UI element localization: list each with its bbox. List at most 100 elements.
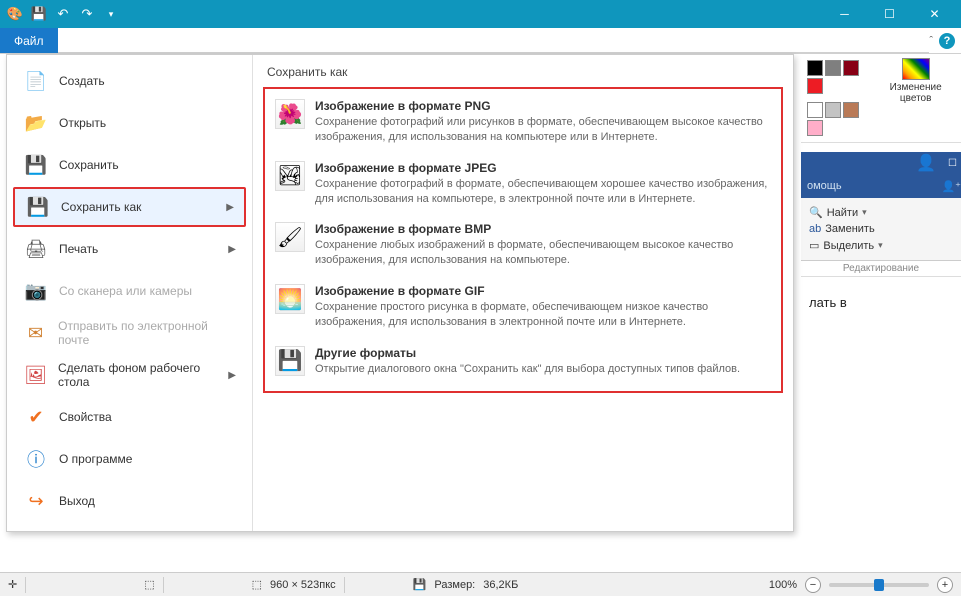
menu-item-2[interactable]: 💾Сохранить	[13, 145, 246, 185]
close-button[interactable]: ✕	[912, 0, 957, 28]
format-icon: 🏞	[275, 161, 305, 191]
file-size-label: Размер:	[434, 579, 475, 591]
format-description: Сохранение фотографий или рисунков в фор…	[315, 115, 771, 145]
format-description: Открытие диалогового окна "Сохранить как…	[315, 362, 740, 377]
word-replace-button[interactable]: abЗаменить	[809, 221, 953, 237]
menu-item-icon: ⓘ	[23, 446, 49, 472]
menu-item-label: Свойства	[59, 410, 112, 424]
title-bar: 🎨 💾 ↶ ↷ ▾ ─ ☐ ✕	[0, 0, 961, 28]
undo-icon[interactable]: ↶	[52, 3, 74, 25]
select-icon: ▭	[809, 239, 819, 252]
word-select-button[interactable]: ▭Выделить ▾	[809, 237, 953, 254]
zoom-out-button[interactable]: −	[805, 577, 821, 593]
cursor-position-icon: ✛	[8, 578, 17, 591]
menu-item-label: О программе	[59, 452, 132, 466]
minimize-button[interactable]: ─	[822, 0, 867, 28]
word-window-background: 👤 ☐ омощь 👤⁺ 🔍Найти ▾ abЗаменить ▭Выдели…	[801, 152, 961, 397]
color-swatch[interactable]	[807, 120, 823, 136]
menu-item-3[interactable]: 💾 Сохранить как ▶	[13, 187, 246, 227]
edit-colors-label: Изменение цветов	[876, 82, 955, 104]
color-swatch[interactable]	[807, 60, 823, 76]
qat-dropdown-icon[interactable]: ▾	[100, 3, 122, 25]
submenu-item-3[interactable]: 🌅Изображение в формате GIFСохранение про…	[269, 278, 777, 340]
format-title: Изображение в формате JPEG	[315, 161, 771, 175]
redo-icon[interactable]: ↷	[76, 3, 98, 25]
menu-item-4[interactable]: 🖨Печать▶	[13, 229, 246, 269]
word-share-icon[interactable]: 👤	[916, 153, 936, 173]
menu-item-5: 📷Со сканера или камеры	[13, 271, 246, 311]
submenu-item-2[interactable]: 🖌 Изображение в формате BMP Сохранение люб…	[269, 216, 777, 278]
word-editing-group: 🔍Найти ▾ abЗаменить ▭Выделить ▾	[801, 198, 961, 261]
format-icon: 🖌	[275, 222, 305, 252]
canvas-dimensions: 960 × 523пкс	[270, 579, 336, 591]
color-swatch[interactable]	[843, 102, 859, 118]
help-icon[interactable]: ?	[939, 33, 955, 49]
status-bar: ✛ ⬚ ⬚ 960 × 523пкс 💾 Размер: 36,2КБ 100%…	[0, 572, 961, 596]
word-tabs: омощь 👤⁺	[801, 174, 961, 198]
format-description: Сохранение любых изображений в формате, …	[315, 238, 771, 268]
menu-item-0[interactable]: 📄Создать	[13, 61, 246, 101]
edit-colors-button[interactable]: Изменение цветов	[870, 54, 961, 108]
paint-app-icon[interactable]: 🎨	[4, 3, 26, 25]
word-min-icon[interactable]: ☐	[948, 158, 957, 169]
menu-item-label: Открыть	[59, 116, 106, 130]
menu-item-6: ✉Отправить по электронной почте	[13, 313, 246, 353]
menu-item-8[interactable]: ✔ Свойства	[13, 397, 246, 437]
menu-item-9[interactable]: ⓘ О программе	[13, 439, 246, 479]
menu-item-label: Печать	[59, 242, 98, 256]
format-title: Изображение в формате PNG	[315, 99, 771, 113]
format-title: Другие форматы	[315, 346, 740, 360]
submenu-item-1[interactable]: 🏞 Изображение в формате JPEG Сохранение фо…	[269, 155, 777, 217]
quick-access-toolbar: 🎨 💾 ↶ ↷ ▾	[4, 3, 122, 25]
colors-ribbon-group: Изменение цветов	[801, 54, 961, 143]
collapse-ribbon-icon[interactable]: ˆ	[929, 35, 933, 47]
zoom-slider[interactable]	[829, 583, 929, 587]
replace-icon: ab	[809, 223, 821, 235]
menu-item-icon: ✉	[23, 320, 48, 346]
menu-item-icon: 🖨	[23, 236, 49, 262]
menu-item-icon: 📂	[23, 110, 49, 136]
menu-item-label: Сделать фоном рабочего стола	[58, 361, 228, 389]
selection-icon: ⬚	[34, 578, 154, 591]
maximize-button[interactable]: ☐	[867, 0, 912, 28]
zoom-thumb[interactable]	[874, 579, 884, 591]
submenu-header: Сохранить как	[263, 63, 783, 87]
menu-item-icon: 💾	[25, 194, 51, 220]
file-menu-list: 📄Создать📂Открыть💾Сохранить💾Сохранить как…	[7, 55, 253, 531]
word-titlebar: 👤 ☐	[801, 152, 961, 174]
menu-item-icon: 📄	[23, 68, 49, 94]
color-swatch[interactable]	[825, 102, 841, 118]
submenu-item-0[interactable]: 🌺Изображение в формате PNGСохранение фот…	[269, 93, 777, 155]
file-size-icon: 💾	[353, 578, 427, 591]
color-swatch[interactable]	[825, 60, 841, 76]
menu-item-label: Выход	[59, 494, 95, 508]
color-swatch[interactable]	[807, 78, 823, 94]
find-icon: 🔍	[809, 206, 823, 219]
submenu-highlighted-box: 🌺Изображение в формате PNGСохранение фот…	[263, 87, 783, 393]
word-document-area: лать в	[801, 277, 961, 397]
color-swatch[interactable]	[843, 60, 859, 76]
submenu-item-4[interactable]: 💾Другие форматыОткрытие диалогового окна…	[269, 340, 777, 387]
submenu-arrow-icon: ▶	[228, 370, 236, 381]
submenu-arrow-icon: ▶	[226, 202, 234, 213]
zoom-level: 100%	[769, 579, 797, 591]
word-tab-help[interactable]: омощь	[807, 180, 842, 192]
file-tab[interactable]: Файл	[0, 28, 58, 53]
menu-item-icon: ✔	[23, 404, 49, 430]
menu-item-1[interactable]: 📂 Открыть	[13, 103, 246, 143]
word-group-label: Редактирование	[801, 261, 961, 277]
word-account-icon[interactable]: 👤⁺	[941, 180, 961, 193]
canvas-size-icon: ⬚	[172, 578, 262, 591]
word-find-button[interactable]: 🔍Найти ▾	[809, 204, 953, 221]
menu-item-10[interactable]: ↪Выход	[13, 481, 246, 521]
word-doc-text-fragment: лать в	[809, 295, 847, 310]
format-title: Изображение в формате BMP	[315, 222, 771, 236]
file-size-value: 36,2КБ	[483, 579, 518, 591]
format-description: Сохранение фотографий в формате, обеспеч…	[315, 177, 771, 207]
menu-item-icon: 💾	[23, 152, 49, 178]
menu-item-7[interactable]: 🖼Сделать фоном рабочего стола▶	[13, 355, 246, 395]
save-icon[interactable]: 💾	[28, 3, 50, 25]
color-swatch[interactable]	[807, 102, 823, 118]
menu-item-label: Сохранить как	[61, 200, 141, 214]
zoom-in-button[interactable]: +	[937, 577, 953, 593]
